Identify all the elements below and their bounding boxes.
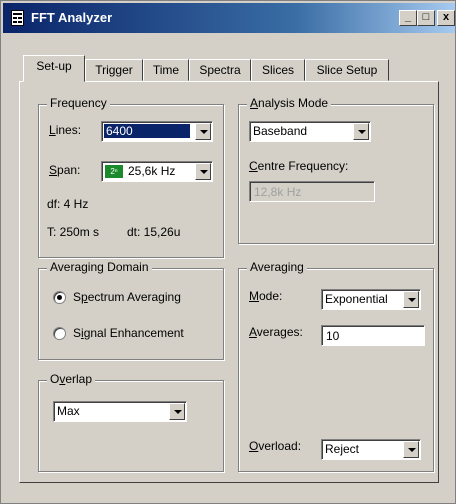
chevron-down-icon[interactable] <box>195 123 211 140</box>
analysis-mode-legend: Analysis Mode <box>247 96 332 110</box>
t-readout: T: 250m s <box>47 225 100 239</box>
analysis-mode-value: Baseband <box>253 124 308 138</box>
maximize-icon[interactable]: □ <box>417 10 435 26</box>
power-of-two-badge: 2ⁿ <box>105 165 123 178</box>
chevron-down-icon[interactable] <box>403 441 419 458</box>
overlap-legend: Overlap <box>47 372 96 386</box>
averaging-mode-dropdown[interactable]: Exponential <box>321 289 421 310</box>
tab-spectra[interactable]: Spectra <box>189 59 251 81</box>
overload-dropdown[interactable]: Reject <box>321 439 421 460</box>
tab-time[interactable]: Time <box>143 59 189 81</box>
tab-setup[interactable]: Set-up <box>23 55 85 82</box>
window-title: FFT Analyzer <box>31 10 113 25</box>
fft-analyzer-window: FFT Analyzer _ □ x Set-up Trigger Time S… <box>0 0 456 504</box>
tab-spectra-label: Spectra <box>199 63 241 77</box>
averaging-mode-value: Exponential <box>325 292 388 306</box>
averaging-legend: Averaging <box>247 260 307 274</box>
lines-dropdown[interactable]: 6400 <box>101 121 213 142</box>
overload-value: Reject <box>325 442 360 456</box>
tab-slice-setup[interactable]: Slice Setup <box>305 59 389 81</box>
span-label: Span: <box>49 163 81 177</box>
minimize-icon[interactable]: _ <box>399 10 417 26</box>
tab-strip: Set-up Trigger Time Spectra Slices Slice… <box>23 55 443 82</box>
overload-label: Overload: <box>249 439 302 453</box>
averages-label: Averages: <box>249 325 303 339</box>
chevron-down-icon[interactable] <box>403 291 419 308</box>
df-readout: df: 4 Hz <box>47 197 89 211</box>
tab-slices-label: Slices <box>261 63 294 77</box>
averaging-domain-legend: Averaging Domain <box>47 260 152 274</box>
frequency-legend: Frequency <box>47 96 110 110</box>
tab-setup-label: Set-up <box>36 59 72 73</box>
app-icon <box>11 10 24 26</box>
frequency-group: Frequency Lines: 6400 Span: 2ⁿ 25,6k Hz … <box>38 96 224 258</box>
centre-frequency-label: Centre Frequency: <box>249 159 349 173</box>
spectrum-averaging-radio[interactable] <box>53 291 66 304</box>
chevron-down-icon[interactable] <box>353 123 369 140</box>
lines-label: Lines: <box>49 123 82 137</box>
tab-slice-setup-label: Slice Setup <box>316 63 378 77</box>
signal-enhancement-radio[interactable] <box>53 327 66 340</box>
dt-readout: dt: 15,26u <box>127 225 181 239</box>
overlap-dropdown[interactable]: Max <box>53 401 187 422</box>
analysis-mode-group: Analysis Mode Baseband Centre Frequency:… <box>238 96 434 244</box>
lines-value: 6400 <box>104 124 190 138</box>
chevron-down-icon[interactable] <box>169 403 185 420</box>
tab-trigger[interactable]: Trigger <box>85 59 143 81</box>
overlap-value: Max <box>57 404 80 418</box>
setup-panel: Frequency Lines: 6400 Span: 2ⁿ 25,6k Hz … <box>19 81 439 483</box>
span-dropdown[interactable]: 2ⁿ 25,6k Hz <box>101 161 213 182</box>
tab-trigger-label: Trigger <box>95 63 133 77</box>
centre-frequency-field[interactable]: 12,8k Hz <box>249 181 375 202</box>
span-value: 25,6k Hz <box>128 164 176 178</box>
tab-slices[interactable]: Slices <box>251 59 305 81</box>
overlap-group: Overlap Max <box>38 372 224 472</box>
spectrum-averaging-label[interactable]: Spectrum Averaging <box>73 290 181 304</box>
analysis-mode-dropdown[interactable]: Baseband <box>249 121 371 142</box>
averaging-mode-label: Mode: <box>249 289 283 303</box>
tab-time-label: Time <box>152 63 180 77</box>
title-bar[interactable]: FFT Analyzer _ □ x <box>3 3 455 33</box>
signal-enhancement-label[interactable]: Signal Enhancement <box>73 326 184 340</box>
averaging-domain-group: Averaging Domain Spectrum Averaging Sign… <box>38 260 224 360</box>
chevron-down-icon[interactable] <box>195 163 211 180</box>
averages-field[interactable]: 10 <box>321 325 425 346</box>
averaging-group: Averaging Mode: Exponential Averages: 10… <box>238 260 434 472</box>
close-icon[interactable]: x <box>437 10 455 26</box>
